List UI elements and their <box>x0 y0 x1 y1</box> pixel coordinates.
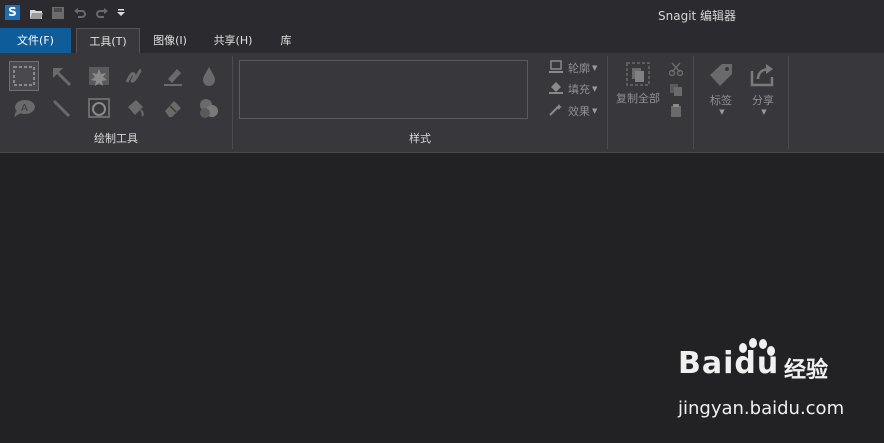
outline-button[interactable]: 轮廓 ▼ <box>548 59 597 77</box>
stamp-tool-icon[interactable] <box>84 61 114 91</box>
fill-label: 填充 <box>568 83 590 96</box>
tab-image[interactable]: 图像(I) <box>146 28 194 53</box>
tag-dropdown-icon: ▼ <box>719 108 725 116</box>
copy-icon[interactable] <box>668 82 684 98</box>
eraser-tool-icon[interactable] <box>158 93 188 123</box>
outline-icon <box>548 59 564 77</box>
watermark-url: jingyan.baidu.com <box>678 398 845 419</box>
fill-bucket-tool-icon[interactable] <box>120 93 150 123</box>
save-icon[interactable] <box>50 5 66 21</box>
tab-share[interactable]: 共享(H) <box>206 28 260 53</box>
effects-label: 效果 <box>568 105 590 118</box>
effects-button[interactable]: 效果 ▼ <box>548 102 597 120</box>
divider <box>607 56 608 149</box>
fill-button[interactable]: 填充 ▼ <box>548 80 597 98</box>
callout-tool-icon[interactable]: A <box>9 93 39 123</box>
shape-tool-icon[interactable] <box>84 93 114 123</box>
copy-all-label: 复制全部 <box>616 92 660 105</box>
tag-label: 标签 <box>710 94 732 107</box>
undo-icon[interactable] <box>72 5 88 21</box>
tag-icon <box>703 61 739 92</box>
fill-dropdown-icon: ▼ <box>592 85 598 93</box>
divider <box>693 56 694 149</box>
fill-icon <box>548 81 564 98</box>
pen-tool-icon[interactable] <box>120 61 150 91</box>
share-button[interactable]: 分享 ▼ <box>745 61 781 116</box>
effects-icon <box>548 103 564 120</box>
copy-all-button[interactable]: 复制全部 <box>612 61 664 106</box>
paste-icon[interactable] <box>668 103 684 119</box>
window-title: Snagit 编辑器 <box>658 9 737 23</box>
outline-dropdown-icon: ▼ <box>592 64 598 72</box>
divider <box>788 56 789 149</box>
step-tool-icon[interactable] <box>194 93 224 123</box>
svg-text:A: A <box>21 103 28 114</box>
share-dropdown-icon: ▼ <box>761 108 767 116</box>
redo-icon[interactable] <box>94 5 110 21</box>
customize-icon[interactable] <box>113 5 129 21</box>
tag-button[interactable]: 标签 ▼ <box>703 61 739 116</box>
baidu-watermark: Baidu 经验 jingyan.baidu.com <box>678 338 848 426</box>
cut-icon[interactable] <box>668 61 684 77</box>
tab-tools[interactable]: 工具(T) <box>76 28 140 53</box>
snagit-logo[interactable]: S <box>5 5 20 20</box>
drawing-tools-label: 绘制工具 <box>94 132 138 145</box>
selection-tool-icon[interactable] <box>9 61 39 91</box>
blur-tool-icon[interactable] <box>194 61 224 91</box>
tab-file[interactable]: 文件(F) <box>0 28 71 53</box>
watermark-suffix: 经验 <box>784 358 829 383</box>
outline-label: 轮廓 <box>568 62 590 75</box>
line-tool-icon[interactable] <box>46 93 76 123</box>
effects-dropdown-icon: ▼ <box>592 107 598 115</box>
arrow-tool-icon[interactable] <box>46 61 76 91</box>
highlighter-tool-icon[interactable] <box>158 61 188 91</box>
ribbon-tabs: 文件(F) 工具(T) 图像(I) 共享(H) 库 <box>0 28 884 53</box>
style-gallery[interactable] <box>239 60 528 119</box>
ribbon: A 绘制工具 样式 轮廓 ▼ 填充 ▼ 效果 ▼ 复制全部 标签 ▼ 分享 ▼ <box>0 53 884 153</box>
share-icon <box>745 61 781 92</box>
open-icon[interactable] <box>28 5 44 21</box>
paw-icon <box>739 338 775 356</box>
title-bar: S Snagit 编辑器 <box>0 0 884 28</box>
copy-all-icon <box>612 61 664 90</box>
share-label: 分享 <box>752 94 774 107</box>
tab-library[interactable]: 库 <box>274 28 298 53</box>
style-label: 样式 <box>409 132 431 145</box>
